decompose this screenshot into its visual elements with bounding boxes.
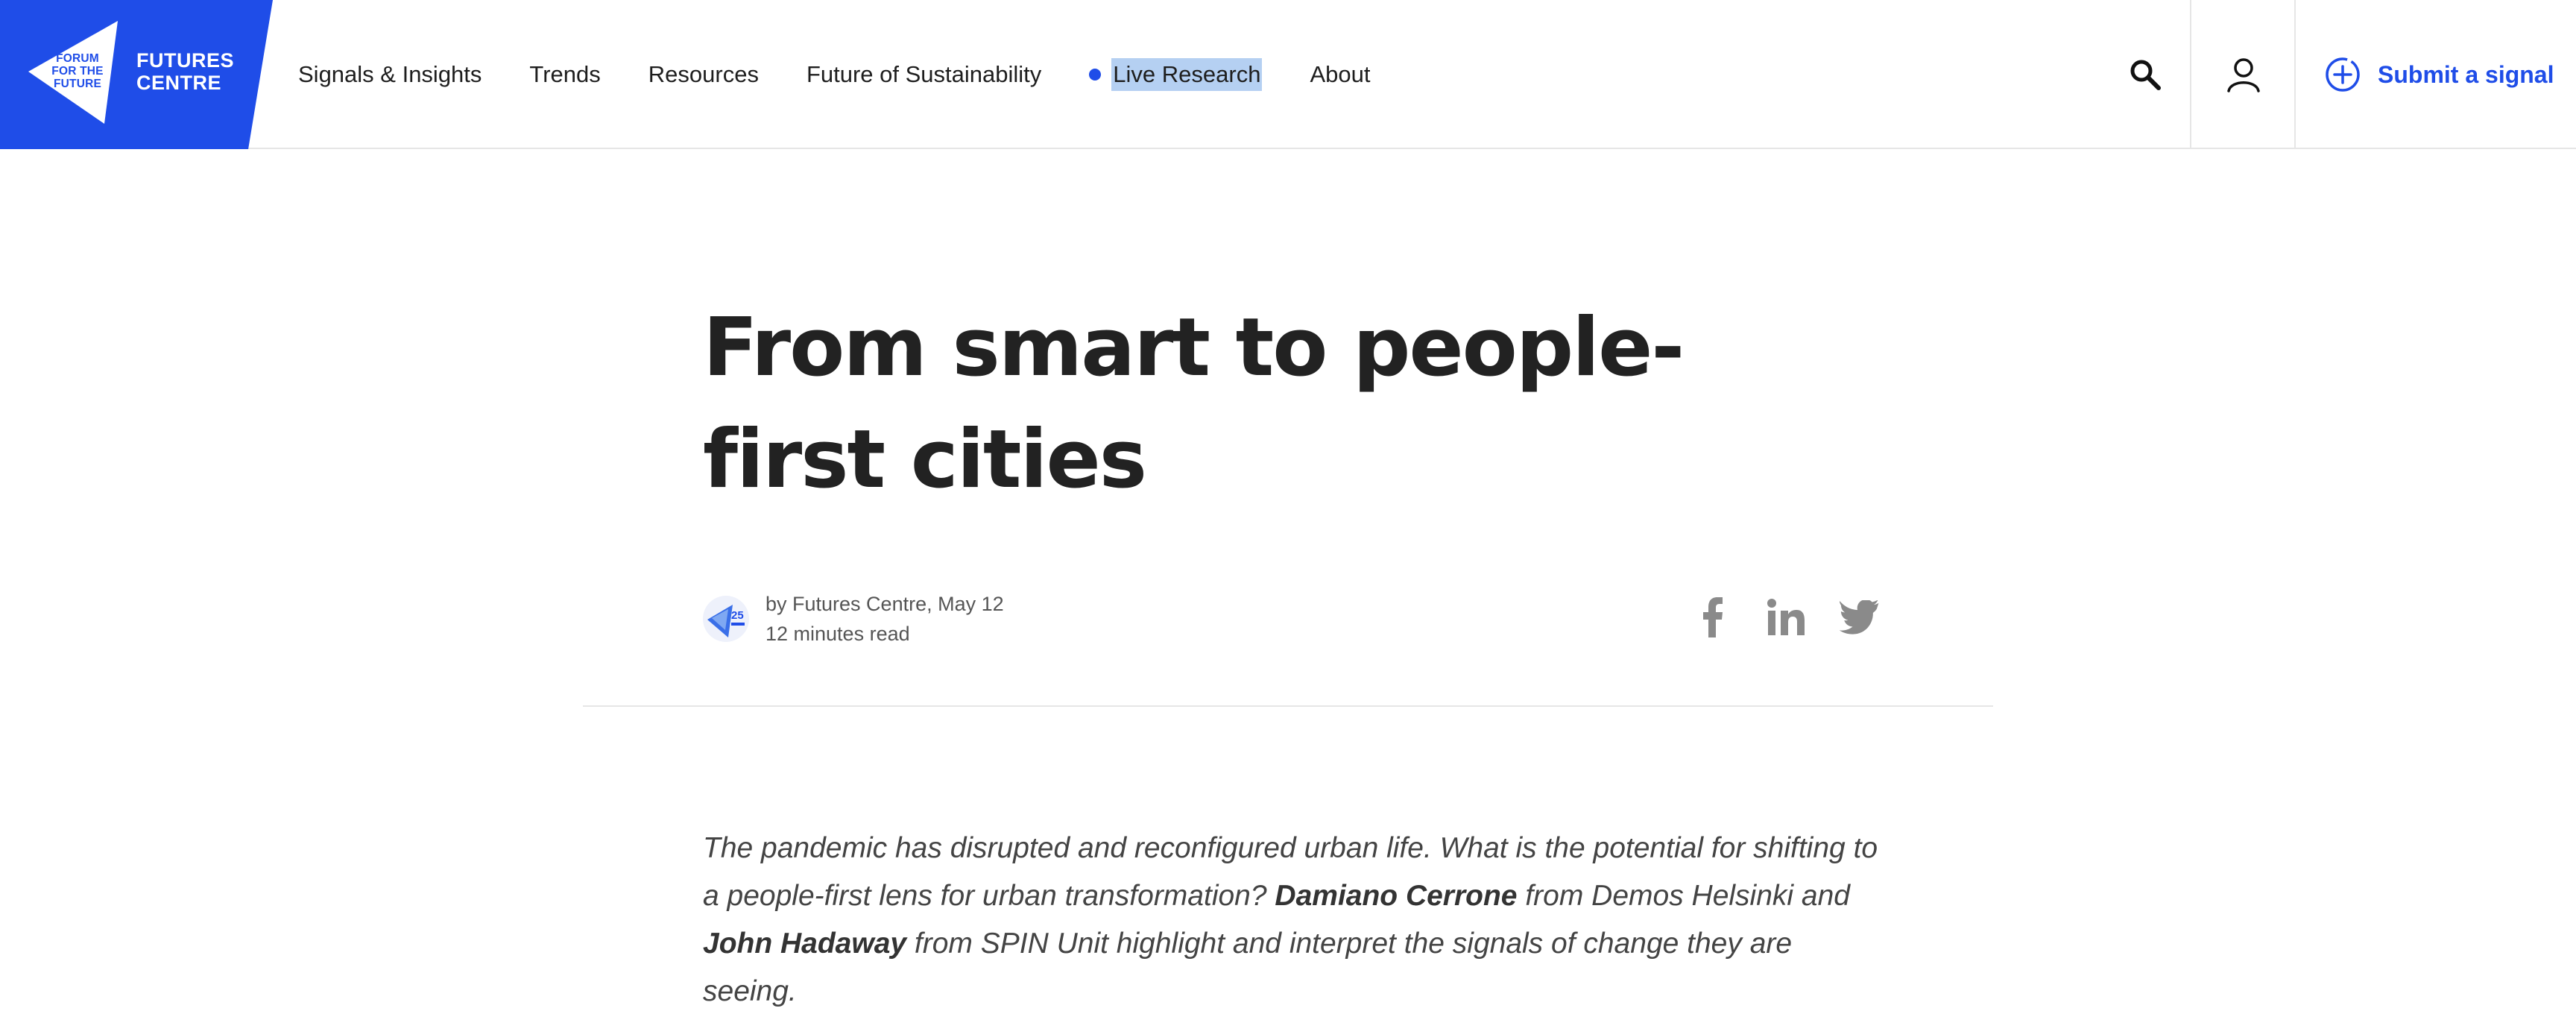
live-dot-icon <box>1089 69 1102 81</box>
nav-live-research[interactable]: Live Research <box>1089 58 1263 91</box>
nav-resources[interactable]: Resources <box>648 61 759 88</box>
main-nav: Signals & Insights Trends Resources Futu… <box>298 0 1418 149</box>
account-button[interactable] <box>2214 45 2273 104</box>
nav-signals-insights[interactable]: Signals & Insights <box>298 61 482 88</box>
logo-futures-centre-text: FUTURES CENTRE <box>136 49 234 94</box>
search-button[interactable] <box>2115 45 2175 104</box>
nav-about[interactable]: About <box>1310 61 1370 88</box>
share-linkedin-button[interactable] <box>1765 596 1807 638</box>
logo-link[interactable]: FORUM FOR THE FUTURE FUTURES CENTRE <box>0 0 273 149</box>
submit-signal-button[interactable]: Submit a signal <box>2324 52 2554 97</box>
add-circle-icon <box>2326 57 2360 92</box>
svg-text:25: 25 <box>731 609 744 622</box>
nav-trends[interactable]: Trends <box>529 61 600 88</box>
author-name-john: John Hadaway <box>703 928 907 960</box>
share-facebook-button[interactable] <box>1692 596 1734 638</box>
read-time: 12 minutes read <box>765 623 910 645</box>
share-buttons <box>1692 596 1911 638</box>
article-byline: 25 by Futures Centre, May 12 12 minutes … <box>703 589 1004 649</box>
share-twitter-button[interactable] <box>1838 596 1880 638</box>
article-lede: The pandemic has disrupted and reconfigu… <box>703 832 1878 1007</box>
header-divider <box>2190 0 2191 149</box>
facebook-icon <box>1703 597 1723 637</box>
header-divider <box>2294 0 2296 149</box>
author-avatar[interactable]: 25 <box>703 596 749 642</box>
nav-future-of-sustainability[interactable]: Future of Sustainability <box>806 61 1041 88</box>
search-icon <box>2130 60 2161 90</box>
logo-forum-text: FORUM FOR THE FUTURE <box>51 52 104 90</box>
linkedin-icon <box>1767 599 1805 635</box>
author-logo-icon: 25 <box>707 605 745 637</box>
site-header: FORUM FOR THE FUTURE FUTURES CENTRE Sign… <box>0 0 2576 149</box>
twitter-icon <box>1839 600 1879 635</box>
byline-author-date: by Futures Centre, May 12 <box>765 593 1004 615</box>
article-title: From smart to people-first cities <box>703 301 1685 506</box>
byline-divider <box>583 705 1993 707</box>
author-name-damiano: Damiano Cerrone <box>1275 880 1518 912</box>
user-icon <box>2227 58 2260 92</box>
submit-signal-label: Submit a signal <box>2378 60 2554 88</box>
